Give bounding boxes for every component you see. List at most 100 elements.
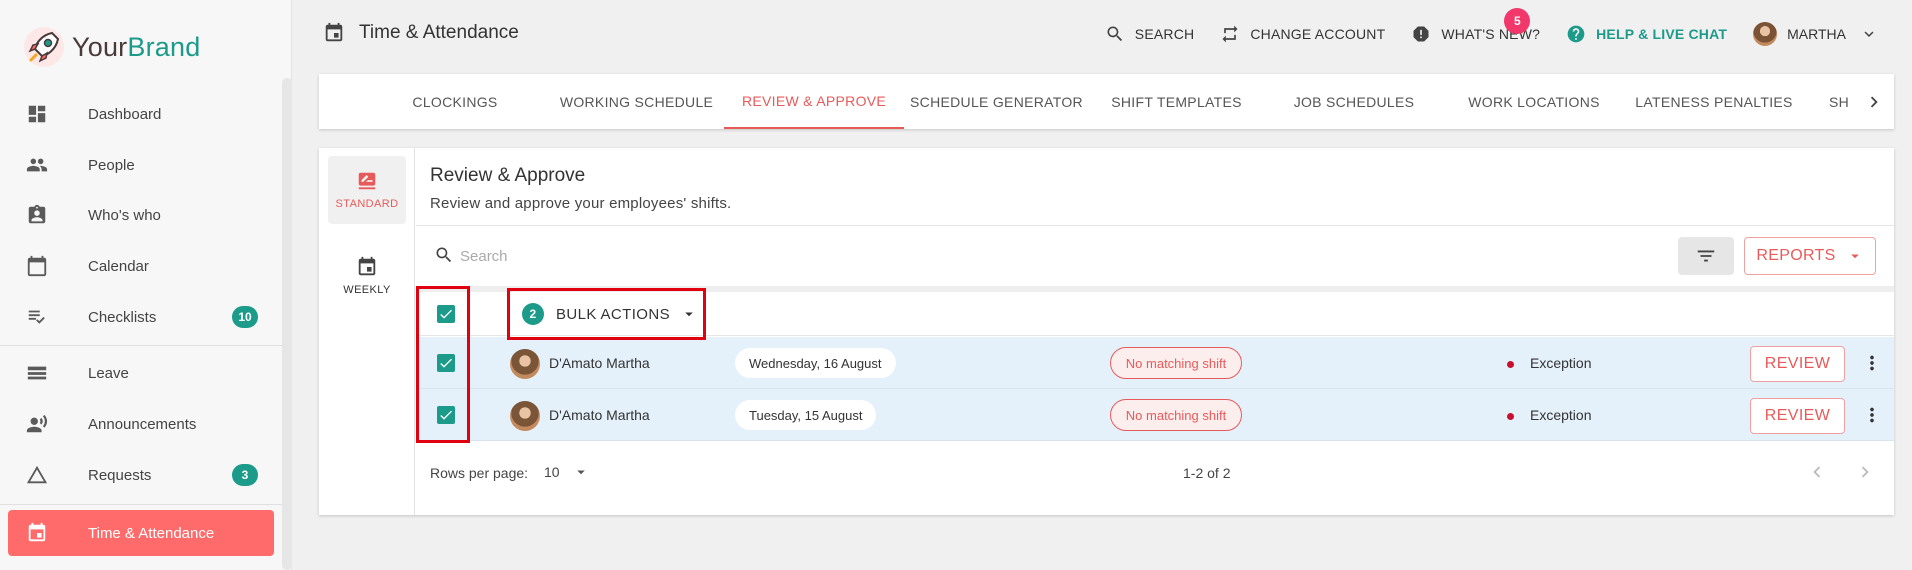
tabs-scroll-right-button[interactable] [1854,74,1894,129]
chevron-right-icon [1870,96,1878,107]
next-page-button[interactable] [1852,459,1878,485]
sidebar-item-time-attendance[interactable]: Time & Attendance [8,510,274,556]
header-actions: SEARCH CHANGE ACCOUNT WHAT'S NEW? 5 HELP… [1105,8,1912,50]
chevron-down-icon [1864,31,1874,37]
tab-shift-templates[interactable]: SHIFT TEMPLATES [1089,74,1264,129]
sidebar-item-calendar[interactable]: Calendar [0,241,282,291]
more-options-button[interactable] [1860,403,1884,427]
checklists-count-badge: 10 [232,306,258,328]
checklist-icon [26,306,48,328]
sidebar-item-announcements[interactable]: Announcements [0,399,282,449]
tabs-bar: CLOCKINGS WORKING SCHEDULE REVIEW & APPR… [319,74,1894,129]
requests-count-badge: 3 [232,464,258,486]
search-icon [436,247,452,263]
search-row: REPORTS [416,225,1894,286]
search-icon [1107,26,1122,42]
shift-date: Tuesday, 15 August [735,400,877,430]
help-live-chat-button[interactable]: HELP & LIVE CHAT [1566,24,1727,44]
sidebar-item-whos-who[interactable]: Who's who [0,190,282,240]
dashboard-icon [26,103,48,125]
review-button[interactable]: REVIEW [1750,346,1845,382]
avatar [510,401,540,431]
view-mode-column: STANDARD WEEKLY [319,148,415,515]
calendar-icon [26,255,48,277]
event-icon [325,22,343,42]
tab-schedule-generator[interactable]: SCHEDULE GENERATOR [904,74,1089,129]
sidebar-item-requests[interactable]: Requests 3 [0,450,282,500]
edit-note-icon [358,172,376,190]
chevron-left-icon [1813,466,1821,478]
tab-review-approve[interactable]: REVIEW & APPROVE [724,74,904,129]
section-subtitle: Review and approve your employees' shift… [430,195,732,212]
status-text: Exception [1530,407,1592,423]
employee-name: D'Amato Martha [549,407,650,423]
brand-name: YourBrand [72,31,201,62]
review-content: Review & Approve Review and approve your… [416,148,1894,515]
tab-working-schedule[interactable]: WORKING SCHEDULE [549,74,724,129]
tab-work-locations[interactable]: WORK LOCATIONS [1444,74,1624,129]
more-vert-icon [1870,407,1874,423]
bulk-actions-highlight-box [507,288,706,340]
shift-match-chip: No matching shift [1110,399,1242,431]
user-menu-button[interactable]: MARTHA [1753,22,1878,46]
mode-weekly-button[interactable]: WEEKLY [328,242,406,310]
avatar [1753,22,1778,46]
review-button[interactable]: REVIEW [1750,398,1845,434]
filter-icon [1697,250,1715,262]
status-dot [1507,413,1514,420]
people-icon [26,154,48,176]
reports-button[interactable]: REPORTS [1744,237,1876,275]
table-row[interactable]: D'Amato Martha Tuesday, 15 August No mat… [416,389,1894,441]
leave-icon [26,362,48,384]
table-row[interactable]: D'Amato Martha Wednesday, 16 August No m… [416,337,1894,389]
previous-page-button[interactable] [1804,459,1830,485]
rows-per-page-label: Rows per page: [430,465,529,481]
sidebar-divider [0,504,282,505]
sidebar-scrollbar[interactable] [282,78,292,570]
search-button[interactable]: SEARCH [1105,24,1195,44]
tab-job-schedules[interactable]: JOB SCHEDULES [1264,74,1444,129]
alert-octagon-icon [1413,26,1429,42]
avatar [510,349,540,379]
tab-clockings[interactable]: CLOCKINGS [391,74,519,129]
event-icon [358,256,376,276]
event-icon [26,522,48,544]
sidebar-item-checklists[interactable]: Checklists 10 [0,292,282,342]
filter-button[interactable] [1678,237,1734,275]
badge-icon [26,204,48,226]
page-title: Time & Attendance [323,22,519,44]
search-input[interactable] [460,241,1360,271]
whats-new-button[interactable]: WHAT'S NEW? 5 [1411,8,1540,44]
help-icon [1567,25,1585,43]
employee-name: D'Amato Martha [549,355,650,371]
swap-icon [1222,25,1238,43]
status-text: Exception [1530,355,1592,371]
more-vert-icon [1870,355,1874,371]
review-approve-card: STANDARD WEEKLY Review & Approve Review … [319,148,1894,515]
shift-match-chip: No matching shift [1110,347,1242,379]
tab-lateness-penalties[interactable]: LATENESS PENALTIES [1624,74,1804,129]
rows-per-page-select[interactable]: 10 [544,463,590,481]
tab-overflow[interactable]: SH [1819,74,1859,129]
more-options-button[interactable] [1860,351,1884,375]
triangle-icon [26,464,48,486]
page-info: 1-2 of 2 [1183,465,1231,481]
sidebar-divider [0,345,282,346]
caret-down-icon [576,470,585,475]
sidebar-item-people[interactable]: People [0,140,282,190]
sidebar: YourBrand Dashboard People Who's who Cal… [0,0,292,570]
chevron-right-icon [1861,466,1869,478]
change-account-button[interactable]: CHANGE ACCOUNT [1220,24,1385,44]
sidebar-item-leave[interactable]: Leave [0,348,282,398]
shift-date: Wednesday, 16 August [735,348,896,378]
section-title: Review & Approve [430,165,586,186]
mode-standard-button[interactable]: STANDARD [328,156,406,224]
checkbox-highlight-box [416,286,470,443]
sidebar-item-dashboard[interactable]: Dashboard [0,89,282,139]
top-header: Time & Attendance SEARCH CHANGE ACCOUNT … [293,0,1912,68]
brand-logo[interactable]: YourBrand [22,22,200,72]
announcement-icon [26,413,48,435]
table-pagination: Rows per page: 10 1-2 of 2 [416,441,1894,515]
caret-down-icon [1850,254,1859,259]
rocket-icon [24,27,64,67]
